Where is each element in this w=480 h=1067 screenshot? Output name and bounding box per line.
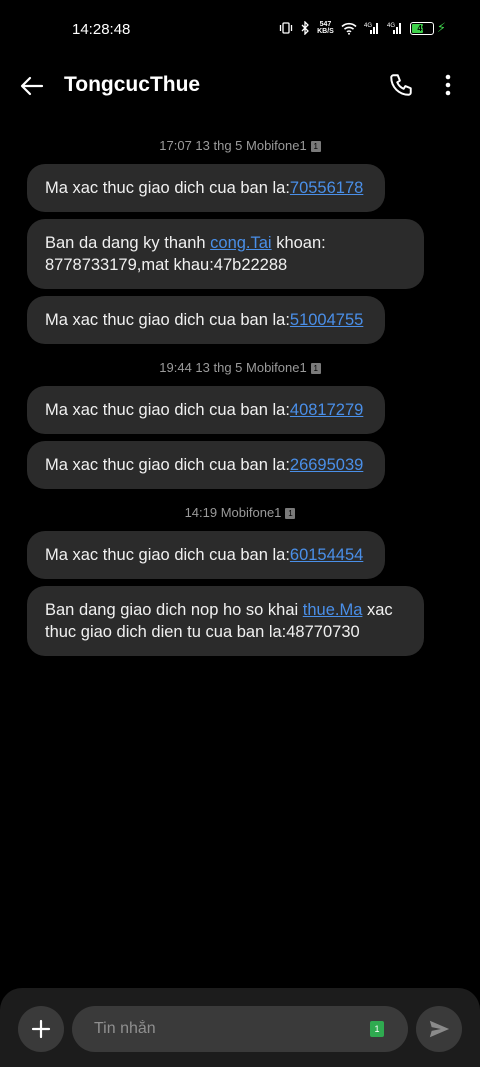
sim-icon: 1 — [310, 140, 321, 152]
timestamp-text: 19:44 13 thg 5 Mobifone1 — [159, 360, 307, 375]
message-input-container[interactable]: 1 — [72, 1006, 408, 1052]
signal-4g-icon: 4G — [387, 23, 401, 34]
message-link[interactable]: 40817279 — [290, 401, 363, 419]
message-timestamp: 17:07 13 thg 5 Mobifone1 1 — [0, 136, 480, 156]
message-composer: 1 — [0, 988, 480, 1067]
charging-icon: ⚡ — [436, 20, 446, 35]
phone-icon[interactable] — [388, 72, 414, 98]
message-link[interactable]: 51004755 — [290, 311, 363, 329]
attach-button[interactable] — [18, 1006, 64, 1052]
timestamp-text: 14:19 Mobifone1 — [184, 505, 282, 520]
signal-4g-icon: 4G — [364, 23, 378, 34]
message-link[interactable]: 60154454 — [290, 546, 363, 564]
message-bubble[interactable]: Ma xac thuc giao dich cua ban la:4081727… — [27, 386, 385, 434]
message-text: Ma xac thuc giao dich cua ban la: — [45, 311, 290, 329]
message-text: Ma xac thuc giao dich cua ban la: — [45, 546, 290, 564]
vibrate-icon — [279, 22, 293, 34]
message-bubble[interactable]: Ma xac thuc giao dich cua ban la:6015445… — [27, 531, 385, 579]
message-text: Ban dang giao dich nop ho so khai — [45, 601, 303, 619]
message-text: Ma xac thuc giao dich cua ban la: — [45, 401, 290, 419]
app-header: TongcucThue — [0, 60, 480, 112]
message-bubble[interactable]: Ma xac thuc giao dich cua ban la:7055617… — [27, 164, 385, 212]
message-input[interactable] — [92, 1019, 356, 1039]
timestamp-text: 17:07 13 thg 5 Mobifone1 — [159, 138, 307, 153]
message-text: Ban da dang ky thanh — [45, 234, 211, 252]
back-arrow-icon[interactable] — [18, 72, 46, 100]
svg-text:4G: 4G — [387, 23, 395, 29]
sim-select-icon[interactable]: 1 — [370, 1021, 384, 1037]
message-bubble[interactable]: Ban dang giao dich nop ho so khai thue.M… — [27, 586, 424, 656]
battery-icon: 49 — [409, 21, 434, 35]
message-link[interactable]: 70556178 — [290, 179, 363, 197]
message-link[interactable]: thue.Ma — [303, 601, 363, 619]
message-link[interactable]: 26695039 — [290, 456, 363, 474]
status-icons: 547 KB/S 4G 4G 49 ⚡ — [279, 20, 446, 36]
more-vert-icon[interactable] — [438, 72, 458, 98]
net-speed-value: 547 — [319, 21, 332, 28]
svg-text:4G: 4G — [364, 23, 372, 29]
bluetooth-icon — [301, 21, 310, 35]
sim-icon: 1 — [310, 362, 321, 374]
message-bubble[interactable]: Ban da dang ky thanh cong.Tai khoan: 877… — [27, 219, 424, 289]
net-speed-unit: KB/S — [317, 28, 334, 35]
message-bubble[interactable]: Ma xac thuc giao dich cua ban la:5100475… — [27, 296, 385, 344]
conversation-title: TongcucThue — [64, 73, 201, 96]
sim-icon: 1 — [285, 507, 296, 519]
message-thread[interactable]: 17:07 13 thg 5 Mobifone1 1 Ma xac thuc g… — [0, 128, 480, 663]
message-link[interactable]: cong.Tai — [210, 234, 271, 252]
battery-level: 49 — [417, 23, 427, 33]
message-text: Ma xac thuc giao dich cua ban la: — [45, 456, 290, 474]
message-text: Ma xac thuc giao dich cua ban la: — [45, 179, 290, 197]
message-timestamp: 14:19 Mobifone1 1 — [0, 503, 480, 523]
status-time: 14:28:48 — [72, 21, 131, 38]
send-button[interactable] — [416, 1006, 462, 1052]
net-speed: 547 KB/S — [317, 21, 334, 35]
wifi-icon — [341, 22, 357, 35]
message-bubble[interactable]: Ma xac thuc giao dich cua ban la:2669503… — [27, 441, 385, 489]
message-timestamp: 19:44 13 thg 5 Mobifone1 1 — [0, 358, 480, 378]
send-icon — [429, 1020, 450, 1038]
status-bar: 14:28:48 547 KB/S 4G 4G 49 ⚡ — [0, 0, 480, 60]
plus-icon — [31, 1019, 51, 1039]
